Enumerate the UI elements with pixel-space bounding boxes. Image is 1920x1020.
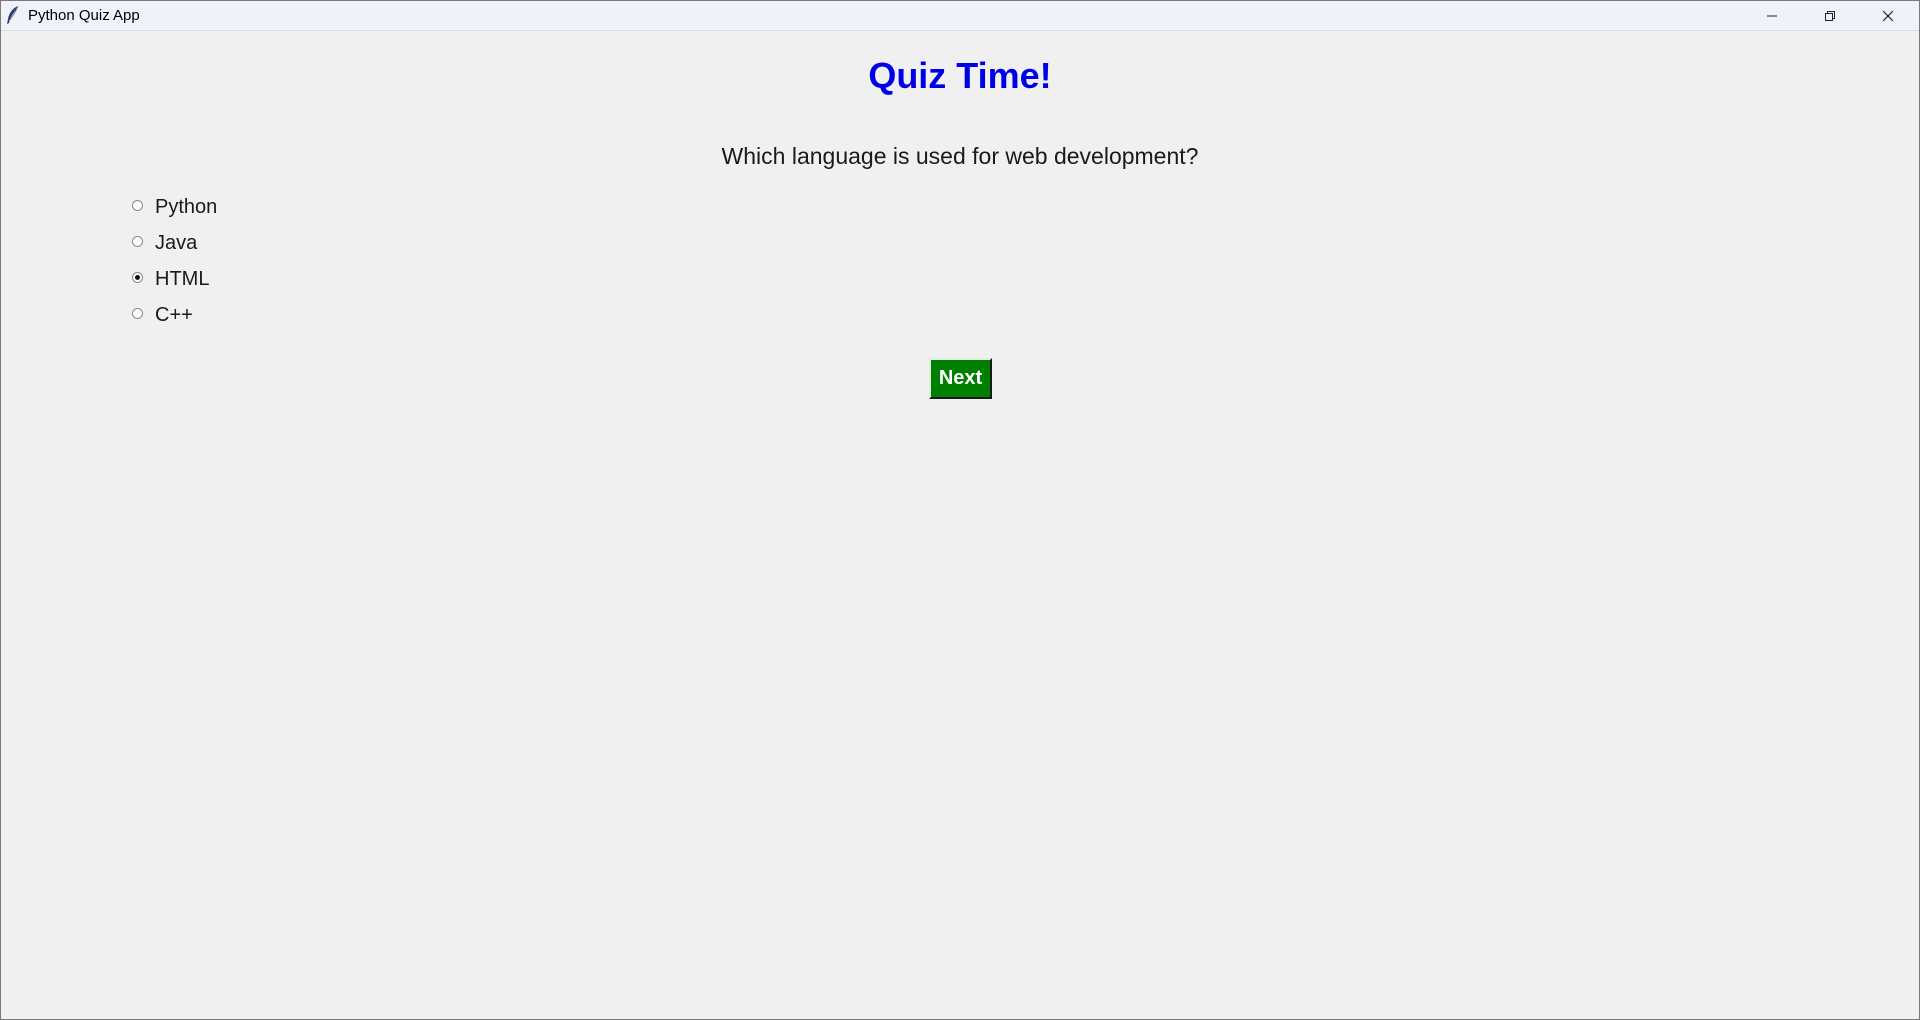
quiz-heading: Quiz Time! <box>868 55 1052 96</box>
answer-options: Python Java HTML C++ <box>132 189 217 333</box>
option-label: HTML <box>155 267 210 290</box>
option-label: Python <box>155 195 218 218</box>
feather-icon <box>5 5 21 25</box>
radio-button[interactable] <box>132 199 143 211</box>
app-window: Python Quiz App Quiz Time! Which languag… <box>0 0 1920 1020</box>
title-bar[interactable]: Python Quiz App <box>1 1 1919 31</box>
window-title: Python Quiz App <box>28 7 140 24</box>
option-python[interactable]: Python <box>132 189 217 225</box>
minimize-icon <box>1766 10 1778 22</box>
minimize-button[interactable] <box>1743 1 1801 30</box>
close-button[interactable] <box>1859 1 1917 30</box>
restore-button[interactable] <box>1801 1 1859 30</box>
next-button[interactable]: Next <box>929 358 992 399</box>
option-label: C++ <box>155 303 193 326</box>
close-icon <box>1882 10 1894 22</box>
restore-icon <box>1824 10 1836 22</box>
option-label: Java <box>155 231 198 254</box>
question-text: Which language is used for web developme… <box>721 143 1199 169</box>
quiz-content: Quiz Time! Which language is used for we… <box>1 31 1919 1019</box>
radio-button-selected[interactable] <box>132 271 143 283</box>
option-html[interactable]: HTML <box>132 261 217 297</box>
radio-button[interactable] <box>132 235 143 247</box>
option-java[interactable]: Java <box>132 225 217 261</box>
option-cpp[interactable]: C++ <box>132 297 217 333</box>
radio-button[interactable] <box>132 307 143 319</box>
